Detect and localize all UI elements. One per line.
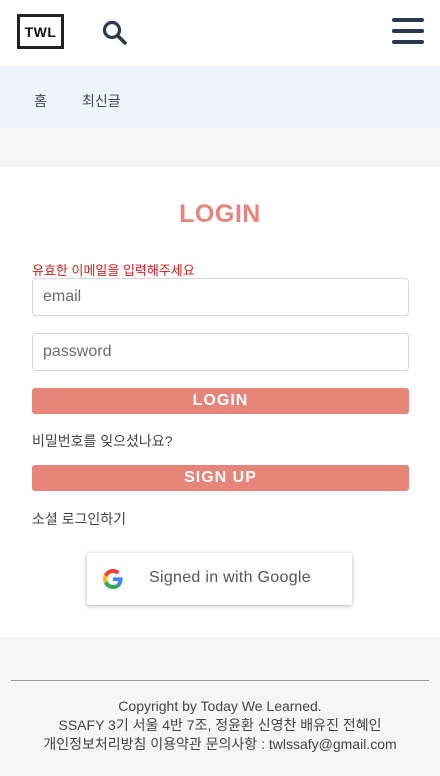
footer-links[interactable]: 개인정보처리방침 이용약관 문의사항 : twlssafy@gmail.com	[0, 735, 440, 754]
footer-copyright: Copyright by Today We Learned.	[118, 698, 322, 714]
footer: Copyright by Today We Learned. SSAFY 3기 …	[0, 697, 440, 754]
nav-item-recent[interactable]: 최신글	[82, 91, 121, 111]
email-field[interactable]	[32, 278, 409, 316]
search-icon	[102, 20, 127, 45]
signup-button[interactable]: SIGN UP	[32, 465, 409, 491]
logo[interactable]: TWL	[17, 14, 64, 49]
header: TWL	[0, 0, 440, 66]
footer-team: SSAFY 3기 서울 4반 7조, 정윤환 신영찬 배유진 전혜인	[58, 717, 382, 733]
login-panel: LOGIN 유효한 이메일을 입력해주세요 LOGIN 비밀번호를 잊으셨나요?…	[0, 167, 440, 637]
nav-bar: 홈 최신글	[0, 66, 440, 128]
hamburger-menu-icon	[392, 18, 424, 22]
footer-divider	[11, 680, 429, 681]
password-field[interactable]	[32, 333, 409, 371]
menu-button[interactable]	[392, 18, 424, 48]
page-title: LOGIN	[179, 200, 261, 228]
google-signin-label: Signed in with Google	[149, 569, 311, 586]
google-icon	[103, 569, 123, 589]
nav-item-home[interactable]: 홈	[34, 91, 47, 111]
login-button[interactable]: LOGIN	[32, 388, 409, 414]
google-signin-button[interactable]: Signed in with Google	[87, 553, 352, 605]
search-button[interactable]	[101, 19, 129, 47]
forgot-password-link[interactable]: 비밀번호를 잊으셨나요?	[32, 431, 172, 451]
logo-text: TWL	[24, 23, 57, 40]
social-login-label: 소셜 로그인하기	[32, 511, 127, 527]
email-error-message: 유효한 이메일을 입력해주세요	[32, 263, 195, 278]
